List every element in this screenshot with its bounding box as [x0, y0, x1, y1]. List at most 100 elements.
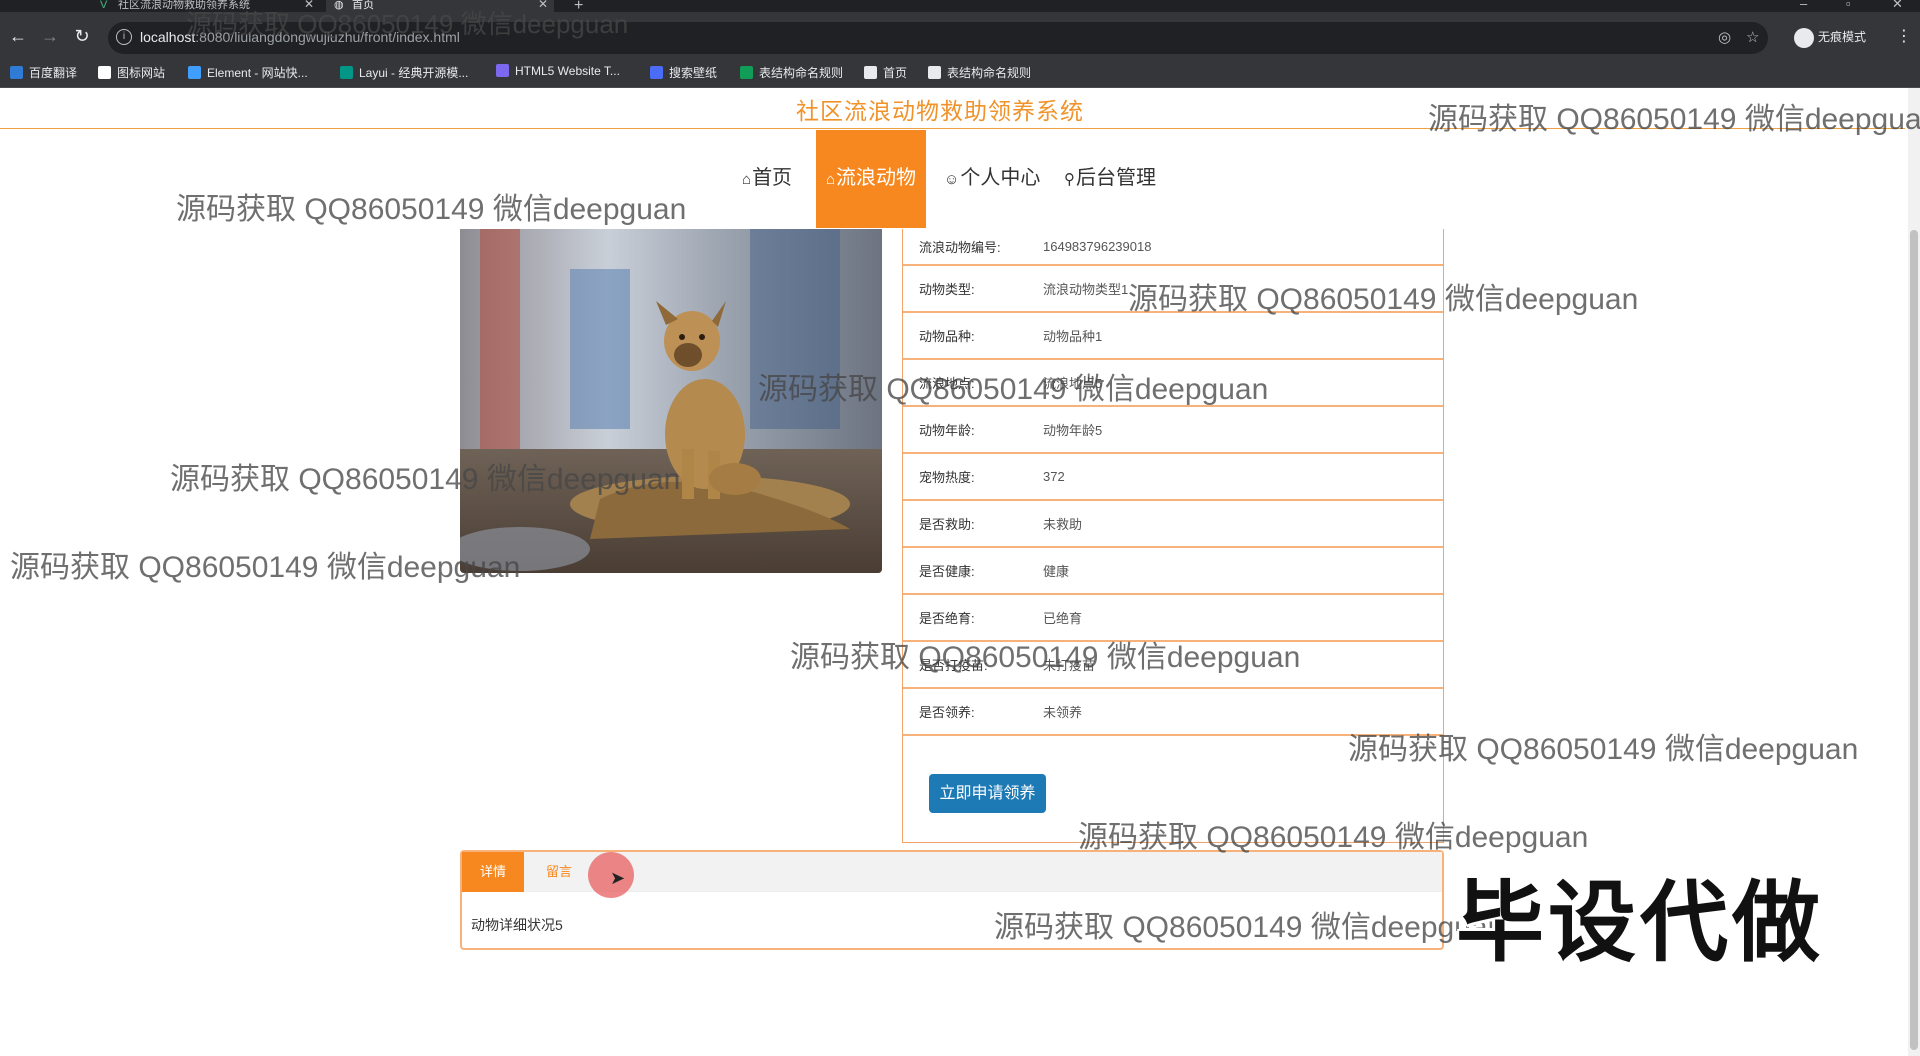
action-area: 立即申请领养 [903, 736, 1443, 843]
bookmark-item[interactable]: 百度翻译 [10, 64, 77, 81]
tab-details[interactable]: 详情 [462, 852, 524, 892]
bookmark-item[interactable]: 图标网站 [98, 64, 165, 81]
browser-tab-title: 社区流浪动物救助领养系统 [118, 0, 250, 11]
incognito-indicator[interactable]: 无痕模式 [1794, 28, 1866, 48]
bookmark-label: 表结构命名规则 [759, 66, 844, 80]
site-title: 社区流浪动物救助领养系统 [796, 98, 1084, 124]
nav-item-stray-animals[interactable]: ⌂流浪动物 [816, 130, 926, 228]
nav-item-home[interactable]: ⌂首页 [742, 130, 816, 228]
close-icon[interactable]: ✕ [304, 0, 314, 10]
bookmark-icon [188, 66, 201, 79]
detail-row: 流浪动物编号: 164983796239018 [903, 229, 1443, 266]
detail-row: 宠物热度: 372 [903, 454, 1443, 501]
maximize-icon[interactable]: ▫ [1846, 0, 1851, 11]
detail-label: 宠物热度: [919, 470, 975, 485]
detail-value: 已绝育 [1043, 611, 1083, 626]
site-info-icon[interactable]: i [116, 29, 132, 45]
eye-off-icon[interactable]: ◎ [1718, 28, 1731, 46]
bookmark-label: 表结构命名规则 [947, 66, 1032, 80]
detail-label: 动物类型: [919, 282, 975, 297]
bookmark-label: 百度翻译 [29, 66, 78, 80]
detail-label: 是否绝育: [919, 611, 975, 626]
animal-photo [460, 229, 882, 573]
bookmark-item[interactable]: HTML5 Website T... [496, 64, 620, 78]
bookmark-label: 首页 [883, 66, 908, 80]
browser-tab-active[interactable]: ◍ 首页 ✕ [326, 0, 554, 12]
user-icon: ☺ [944, 171, 960, 188]
detail-label: 动物年龄: [919, 423, 975, 438]
url-text[interactable]: localhost:8080/liulangdongwujiuzhu/front… [140, 29, 460, 45]
back-icon[interactable]: ← [6, 26, 30, 47]
nav-label: 流浪动物 [836, 167, 917, 189]
nav-item-personal-center[interactable]: ☺个人中心 [944, 130, 1054, 228]
detail-value: 未打疫苗 [1043, 658, 1096, 673]
incognito-label: 无痕模式 [1818, 30, 1867, 45]
bookmark-item[interactable]: 表结构命名规则 [928, 64, 1031, 81]
title-divider [0, 128, 1905, 129]
bookmark-item[interactable]: 首页 [864, 64, 907, 81]
detail-label: 动物品种: [919, 329, 975, 344]
address-bar[interactable]: i localhost:8080/liulangdongwujiuzhu/fro… [108, 22, 1768, 54]
bookmark-label: 图标网站 [117, 66, 166, 80]
minimize-icon[interactable]: – [1800, 0, 1807, 11]
tab-content-text: 动物详细状况5 [471, 917, 563, 933]
bookmark-icon [340, 66, 353, 79]
detail-row: 是否绝育: 已绝育 [903, 595, 1443, 642]
bookmark-icon [864, 66, 877, 79]
vue-favicon-icon: V [100, 0, 108, 11]
bookmark-icon [98, 66, 111, 79]
browser-tab-title: 首页 [352, 0, 374, 11]
animal-detail-table: 流浪动物编号: 164983796239018 动物类型: 流浪动物类型1 动物品种: 动… [902, 229, 1444, 843]
bookmark-icon [496, 64, 509, 77]
dog-image [460, 229, 882, 573]
reload-icon[interactable]: ↻ [70, 26, 94, 47]
close-icon[interactable]: ✕ [538, 0, 548, 10]
detail-value: 动物品种1 [1043, 329, 1103, 344]
bookmark-label: 搜索壁纸 [669, 66, 718, 80]
detail-row: 动物年龄: 动物年龄5 [903, 407, 1443, 454]
detail-value: 健康 [1043, 564, 1070, 579]
bookmark-icon [10, 66, 23, 79]
incognito-icon [1794, 28, 1814, 48]
apply-adoption-button[interactable]: 立即申请领养 [929, 774, 1046, 813]
bookmark-label: Layui - 经典开源模... [359, 66, 469, 80]
bookmarks-bar: 百度翻译 图标网站 Element - 网站快... Layui - 经典开源模...… [0, 56, 1920, 88]
detail-row: 是否打疫苗: 未打疫苗 [903, 642, 1443, 689]
link-icon: ⚲ [1064, 171, 1075, 188]
bookmark-item[interactable]: 表结构命名规则 [740, 64, 843, 81]
nav-label: 个人中心 [960, 167, 1041, 189]
detail-label: 流浪地点: [919, 376, 975, 391]
bookmark-label: HTML5 Website T... [515, 64, 620, 78]
mouse-pointer-icon: ➤ [610, 868, 626, 888]
detail-value: 流浪动物类型1 [1043, 282, 1129, 297]
globe-favicon-icon: ◍ [334, 0, 344, 11]
bookmark-item[interactable]: Element - 网站快... [188, 64, 308, 81]
nav-item-admin[interactable]: ⚲后台管理 [1064, 130, 1174, 228]
bookmark-item[interactable]: Layui - 经典开源模... [340, 64, 468, 81]
home-icon: ⌂ [742, 171, 752, 188]
detail-value: 未救助 [1043, 517, 1083, 532]
page-scrollbar[interactable] [1908, 88, 1920, 1056]
bookmark-label: Element - 网站快... [207, 66, 308, 80]
forward-icon[interactable]: → [38, 26, 62, 47]
detail-value: 164983796239018 [1043, 239, 1152, 254]
home-icon: ⌂ [825, 171, 836, 188]
detail-label: 流浪动物编号: [919, 240, 1001, 255]
tabs-header: 详情 留言 ➤ [462, 852, 1442, 898]
browser-tab[interactable]: V 社区流浪动物救助领养系统 ✕ [92, 0, 320, 12]
tab-comments[interactable]: 留言 [528, 852, 590, 892]
detail-value: 流浪地点5 [1043, 376, 1103, 391]
bookmark-icon [740, 66, 753, 79]
menu-icon[interactable]: ⋮ [1896, 26, 1912, 46]
detail-value: 未领养 [1043, 705, 1083, 720]
detail-label: 是否救助: [919, 517, 975, 532]
nav-label: 后台管理 [1076, 167, 1156, 189]
bookmark-item[interactable]: 搜索壁纸 [650, 64, 717, 81]
detail-row: 流浪地点: 流浪地点5 [903, 360, 1443, 407]
detail-value: 动物年龄5 [1043, 423, 1103, 438]
detail-row: 是否救助: 未救助 [903, 501, 1443, 548]
scrollbar-thumb[interactable] [1910, 230, 1918, 1050]
star-icon[interactable]: ☆ [1746, 28, 1759, 46]
detail-label: 是否健康: [919, 564, 975, 579]
window-close-icon[interactable]: ✕ [1892, 0, 1903, 12]
